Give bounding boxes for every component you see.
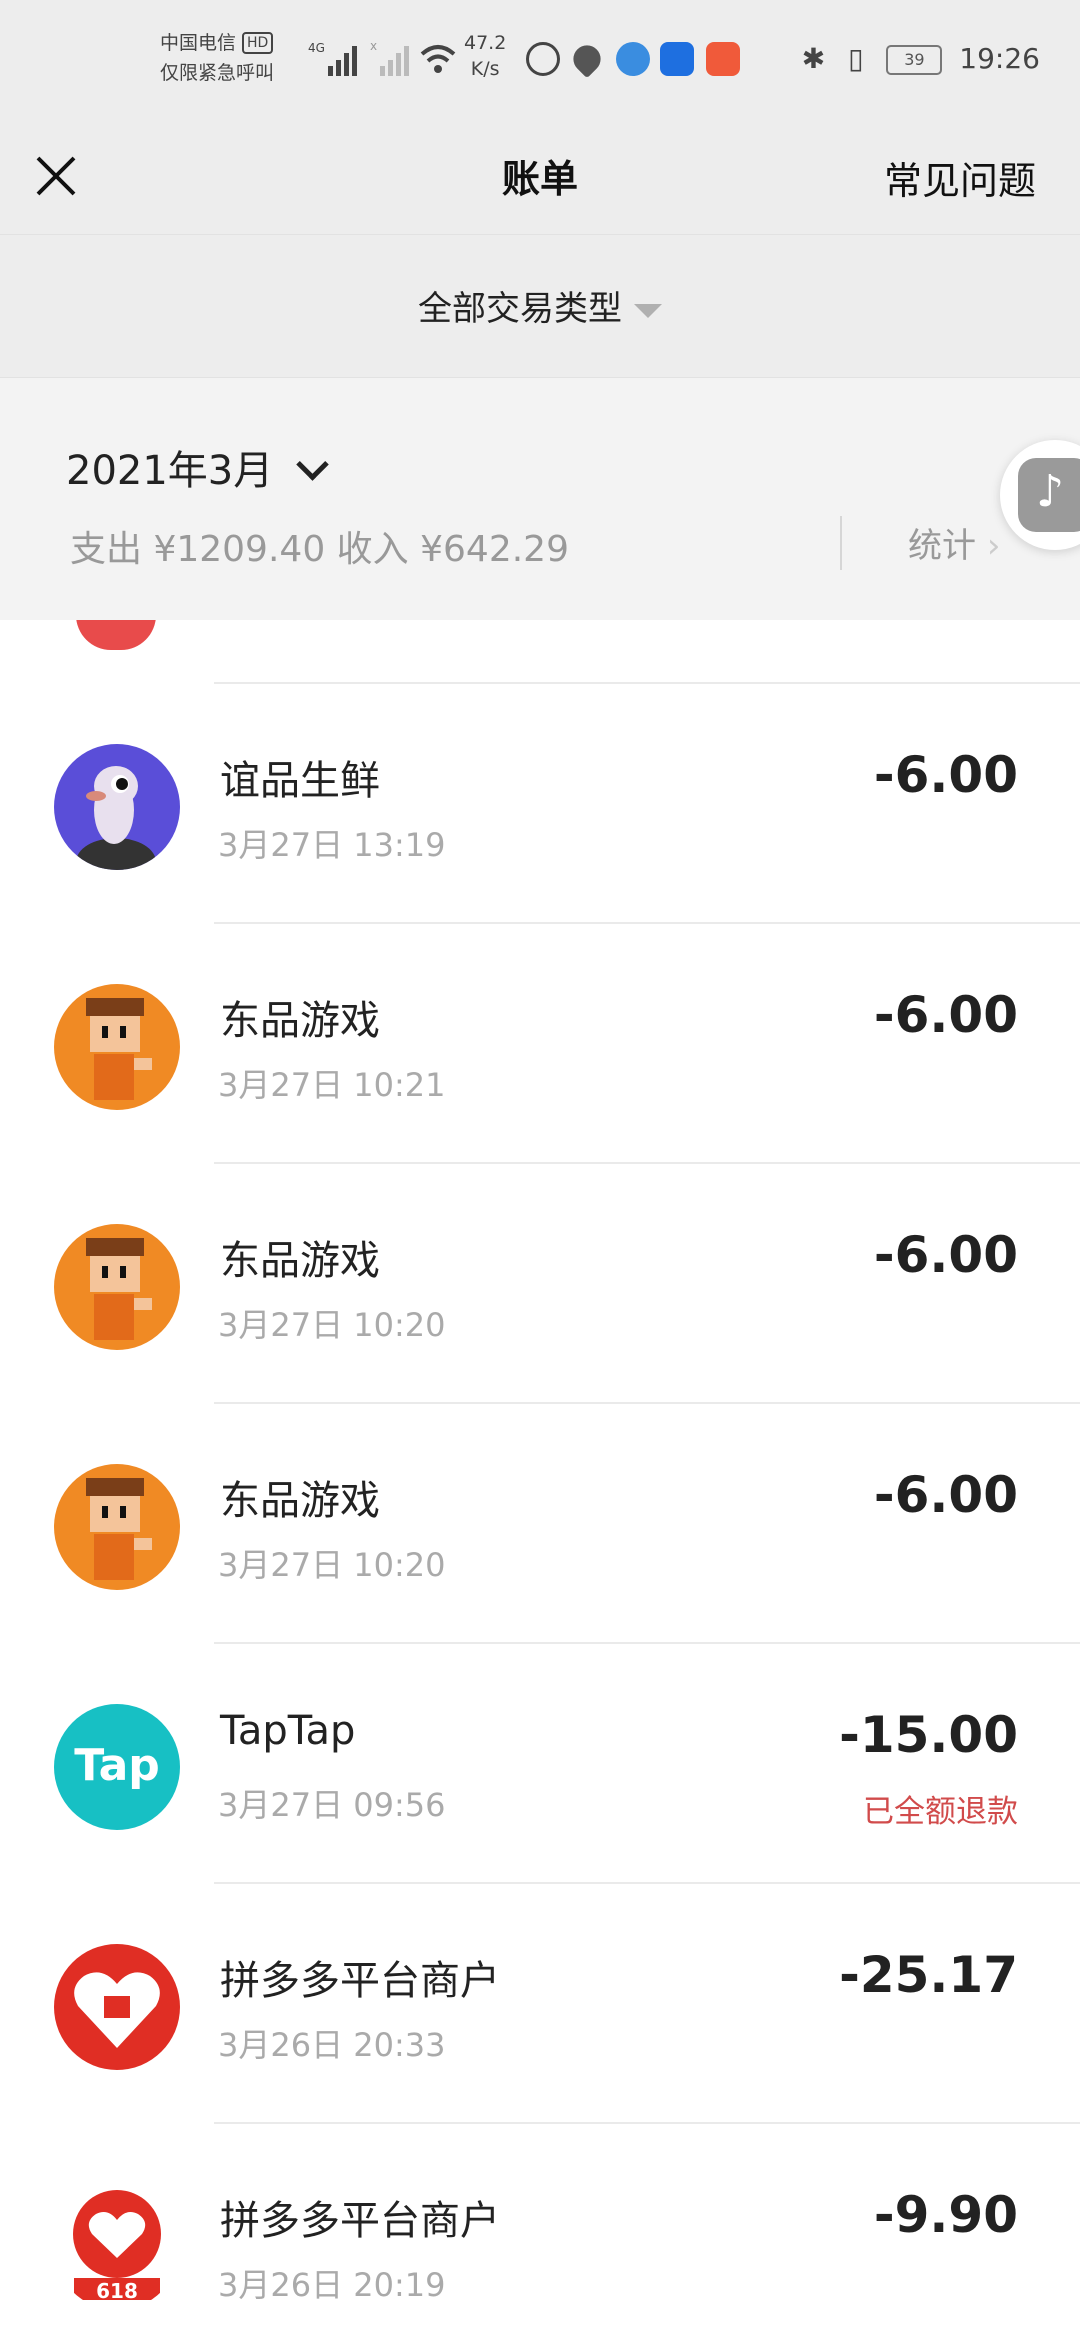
chevron-down-icon — [296, 448, 330, 481]
transaction-time: 3月27日 10:20 — [218, 1546, 446, 1584]
transaction-list: 谊品生鲜 3月27日 13:19 -6.00 东品游戏 3月27日 10:21 … — [0, 620, 1080, 2326]
divider — [214, 1642, 1080, 1644]
divider — [214, 1402, 1080, 1404]
transaction-time: 3月27日 13:19 — [218, 826, 446, 864]
pinduoduo-logo-icon — [54, 1944, 180, 2070]
merchant-name: 拼多多平台商户 — [220, 2198, 500, 2244]
vibrate-icon: ▯ — [848, 42, 864, 75]
status-right: ✱ ▯ 39 19:26 — [802, 42, 1040, 75]
stats-link[interactable]: 统计 › — [908, 518, 1000, 567]
transaction-time: 3月27日 10:20 — [218, 1306, 446, 1344]
hd-badge: HD — [242, 32, 274, 54]
clock: 19:26 — [959, 42, 1040, 75]
carrier-name: 中国电信 — [160, 32, 237, 54]
divider — [214, 1882, 1080, 1884]
transaction-amount: -9.90 — [873, 2186, 1018, 2244]
huawei-app-icon — [706, 42, 740, 76]
title-bar: 账单 常见问题 — [0, 128, 1080, 234]
refund-status: 已全额退款 — [863, 1794, 1018, 1830]
svg-text:618: 618 — [96, 2279, 138, 2303]
pixel-character-icon — [54, 984, 180, 1110]
carrier-info: 中国电信 HD 仅限紧急呼叫 — [160, 28, 274, 88]
month-totals: 支出 ¥1209.40 收入 ¥642.29 — [70, 529, 569, 570]
divider — [214, 922, 1080, 924]
ostrich-logo-icon — [54, 744, 180, 870]
merchant-name: 东品游戏 — [220, 1478, 380, 1524]
svg-text:Tap: Tap — [74, 1740, 160, 1791]
signal-2-icon: x — [370, 39, 409, 76]
tiktok-icon — [1018, 458, 1080, 532]
faq-link[interactable]: 常见问题 — [884, 150, 1036, 205]
merchant-name: 东品游戏 — [220, 998, 380, 1044]
emergency-only-text: 仅限紧急呼叫 — [160, 62, 275, 84]
list-item[interactable]: 东品游戏 3月27日 10:20 -6.00 — [0, 1402, 1080, 1642]
stats-label: 统计 — [908, 526, 976, 566]
transaction-amount: -25.17 — [839, 1946, 1018, 2004]
transaction-amount: -6.00 — [873, 1226, 1018, 1284]
list-item[interactable]: Tap TapTap 3月27日 09:56 -15.00 已全额退款 — [0, 1642, 1080, 1882]
divider — [214, 682, 1080, 684]
filter-bar: 全部交易类型 — [0, 234, 1080, 378]
month-selector[interactable]: 2021年3月 — [66, 438, 330, 496]
network-speed: 47.2 K/s — [464, 32, 507, 80]
divider — [214, 1162, 1080, 1164]
transaction-time: 3月26日 20:33 — [218, 2026, 446, 2064]
transaction-amount: -6.00 — [873, 1466, 1018, 1524]
floating-app-button[interactable] — [1000, 440, 1080, 550]
merchant-name: TapTap — [220, 1708, 356, 1754]
taptap-logo-icon: Tap — [54, 1704, 180, 1830]
svg-text:x: x — [370, 39, 377, 53]
wifi-icon — [420, 45, 456, 73]
health-app-icon — [567, 39, 607, 79]
avatar-partial — [76, 620, 156, 650]
battery-icon: 39 — [886, 45, 943, 75]
list-item[interactable]: 618 拼多多平台商户 3月26日 20:19 -9.90 — [0, 2122, 1080, 2326]
transaction-time: 3月27日 10:21 — [218, 1066, 446, 1104]
month-label: 2021年3月 — [66, 448, 274, 494]
tips-app-icon — [660, 42, 694, 76]
transaction-time: 3月26日 20:19 — [218, 2266, 446, 2304]
merchant-name: 拼多多平台商户 — [220, 1958, 500, 2004]
list-item[interactable]: 东品游戏 3月27日 10:20 -6.00 — [0, 1162, 1080, 1402]
list-item[interactable]: 拼多多平台商户 3月26日 20:33 -25.17 — [0, 1882, 1080, 2122]
status-bar: 中国电信 HD 仅限紧急呼叫 4G x 47.2 K/s ✱ ▯ 39 19:26 — [0, 0, 1080, 128]
transaction-amount: -6.00 — [873, 986, 1018, 1044]
merchant-name: 东品游戏 — [220, 1238, 380, 1284]
merchant-name: 谊品生鲜 — [220, 758, 380, 804]
signal-icon: 4G — [308, 41, 357, 76]
pinduoduo-618-logo-icon: 618 — [54, 2184, 180, 2310]
transaction-type-filter[interactable]: 全部交易类型 — [0, 281, 1080, 330]
pixel-character-icon — [54, 1224, 180, 1350]
chevron-right-icon: › — [986, 526, 1001, 566]
transaction-amount: -6.00 — [873, 746, 1018, 804]
network-type-label: 4G — [308, 41, 325, 55]
dropdown-triangle-icon — [634, 303, 662, 318]
list-item[interactable]: 东品游戏 3月27日 10:21 -6.00 — [0, 922, 1080, 1162]
filter-label: 全部交易类型 — [418, 289, 622, 329]
transaction-amount: -15.00 — [839, 1706, 1018, 1764]
divider — [840, 516, 842, 570]
browser-app-icon — [616, 42, 650, 76]
music-app-icon — [526, 42, 560, 76]
month-summary: 2021年3月 支出 ¥1209.40 收入 ¥642.29 统计 › — [0, 378, 1080, 620]
pixel-character-icon — [54, 1464, 180, 1590]
list-item[interactable]: 谊品生鲜 3月27日 13:19 -6.00 — [0, 682, 1080, 922]
divider — [214, 2122, 1080, 2124]
transaction-time: 3月27日 09:56 — [218, 1786, 446, 1824]
bluetooth-icon: ✱ — [801, 42, 826, 75]
